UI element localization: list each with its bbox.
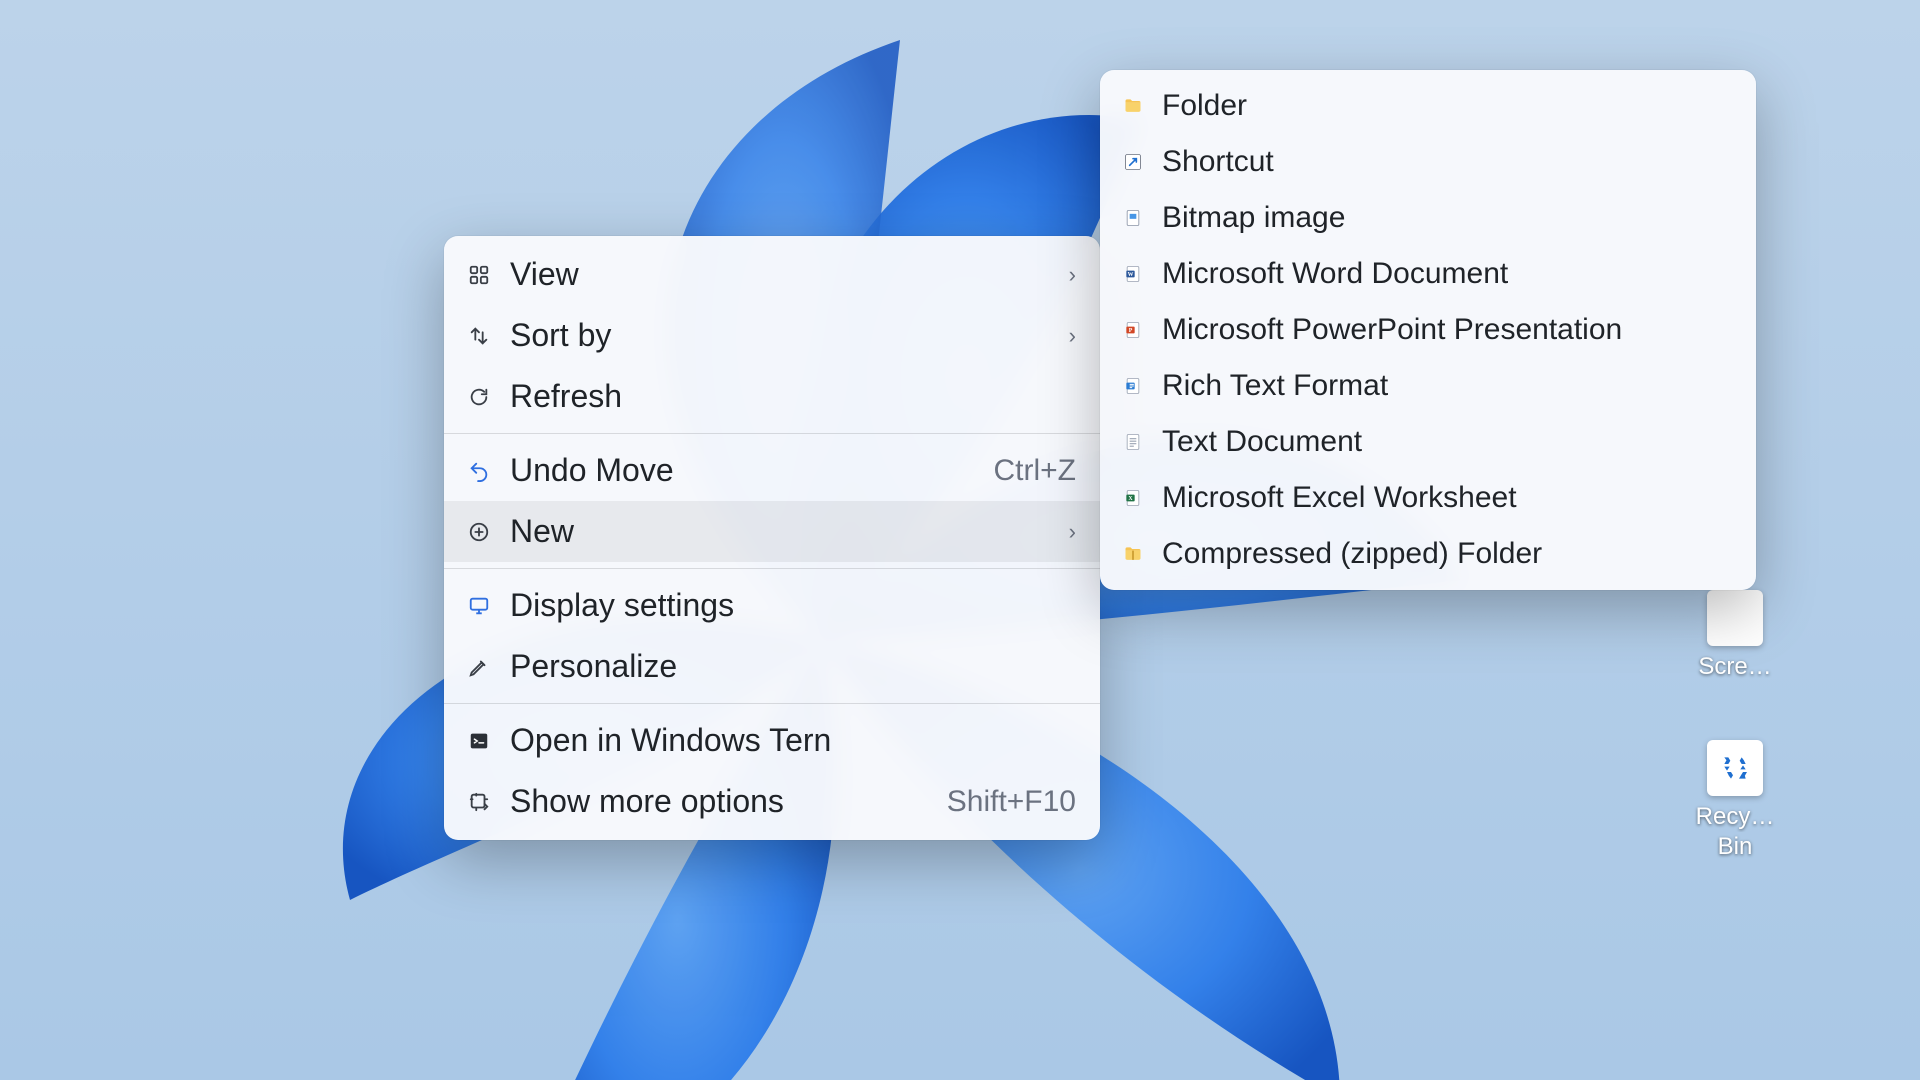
menu-item-personalize[interactable]: Personalize: [444, 636, 1100, 697]
menu-item-undo-move[interactable]: Undo Move Ctrl+Z: [444, 440, 1100, 501]
submenu-item-shortcut[interactable]: Shortcut: [1100, 134, 1756, 190]
svg-text:W: W: [1128, 272, 1134, 278]
undo-icon: [466, 458, 492, 484]
submenu-item-label: Microsoft PowerPoint Presentation: [1162, 313, 1730, 347]
menu-item-show-more-options[interactable]: Show more options Shift+F10: [444, 771, 1100, 832]
menu-item-sort-by[interactable]: Sort by ›: [444, 305, 1100, 366]
new-submenu: Folder Shortcut Bitmap image W Microsoft…: [1100, 70, 1756, 590]
grid-icon: [466, 262, 492, 288]
sort-icon: [466, 323, 492, 349]
terminal-icon: [466, 728, 492, 754]
chevron-right-icon: ›: [1069, 262, 1076, 288]
menu-item-display-settings[interactable]: Display settings: [444, 575, 1100, 636]
more-icon: [466, 789, 492, 815]
folder-icon: [1122, 95, 1144, 117]
zip-icon: [1122, 543, 1144, 565]
menu-item-new[interactable]: New ›: [444, 501, 1100, 562]
svg-text:P: P: [1129, 328, 1133, 334]
recycle-bin-icon: [1707, 740, 1763, 796]
submenu-item-bitmap[interactable]: Bitmap image: [1100, 190, 1756, 246]
menu-separator: [444, 568, 1100, 569]
submenu-item-label: Text Document: [1162, 425, 1730, 459]
menu-item-refresh[interactable]: Refresh: [444, 366, 1100, 427]
refresh-icon: [466, 384, 492, 410]
submenu-item-label: Shortcut: [1162, 145, 1730, 179]
bitmap-icon: [1122, 207, 1144, 229]
menu-item-open-terminal[interactable]: Open in Windows Tern: [444, 710, 1100, 771]
menu-item-label: Show more options: [510, 783, 929, 820]
submenu-item-label: Microsoft Excel Worksheet: [1162, 481, 1730, 515]
menu-item-label: View: [510, 256, 1041, 293]
menu-separator: [444, 433, 1100, 434]
powerpoint-icon: P: [1122, 319, 1144, 341]
menu-item-label: Undo Move: [510, 452, 976, 489]
menu-item-label: Open in Windows Tern: [510, 722, 950, 759]
desktop-icon-label: Recy…: [1680, 802, 1790, 832]
submenu-item-label: Bitmap image: [1162, 201, 1730, 235]
submenu-item-label: Microsoft Word Document: [1162, 257, 1730, 291]
submenu-item-rtf[interactable]: Rich Text Format: [1100, 358, 1756, 414]
desktop-context-menu: View › Sort by › Refresh Undo Move Ctrl+…: [444, 236, 1100, 840]
folder-icon: [1707, 590, 1763, 646]
menu-item-view[interactable]: View ›: [444, 244, 1100, 305]
word-icon: W: [1122, 263, 1144, 285]
excel-icon: X: [1122, 487, 1144, 509]
new-icon: [466, 519, 492, 545]
menu-separator: [444, 703, 1100, 704]
chevron-right-icon: ›: [1069, 323, 1076, 349]
desktop-icon-recycle-bin[interactable]: Recy… Bin: [1680, 740, 1790, 862]
menu-item-label: Display settings: [510, 587, 1076, 624]
submenu-item-label: Compressed (zipped) Folder: [1162, 537, 1730, 571]
submenu-item-powerpoint[interactable]: P Microsoft PowerPoint Presentation: [1100, 302, 1756, 358]
submenu-item-folder[interactable]: Folder: [1100, 78, 1756, 134]
personalize-icon: [466, 654, 492, 680]
menu-item-accelerator: Ctrl+Z: [994, 454, 1077, 488]
menu-item-label: New: [510, 513, 1041, 550]
desktop-icon-label: Bin: [1680, 832, 1790, 862]
text-icon: [1122, 431, 1144, 453]
display-icon: [466, 593, 492, 619]
menu-item-accelerator: Shift+F10: [947, 785, 1076, 819]
submenu-item-text[interactable]: Text Document: [1100, 414, 1756, 470]
menu-item-label: Personalize: [510, 648, 1076, 685]
menu-item-label: Sort by: [510, 317, 1041, 354]
submenu-item-label: Folder: [1162, 89, 1730, 123]
chevron-right-icon: ›: [1069, 519, 1076, 545]
desktop-icon-folder[interactable]: Scre…: [1680, 590, 1790, 682]
submenu-item-zip[interactable]: Compressed (zipped) Folder: [1100, 526, 1756, 582]
rtf-icon: [1122, 375, 1144, 397]
submenu-item-label: Rich Text Format: [1162, 369, 1730, 403]
submenu-item-word[interactable]: W Microsoft Word Document: [1100, 246, 1756, 302]
submenu-item-excel[interactable]: X Microsoft Excel Worksheet: [1100, 470, 1756, 526]
shortcut-icon: [1122, 151, 1144, 173]
desktop-icon-label: Scre…: [1680, 652, 1790, 682]
menu-item-label: Refresh: [510, 378, 1076, 415]
